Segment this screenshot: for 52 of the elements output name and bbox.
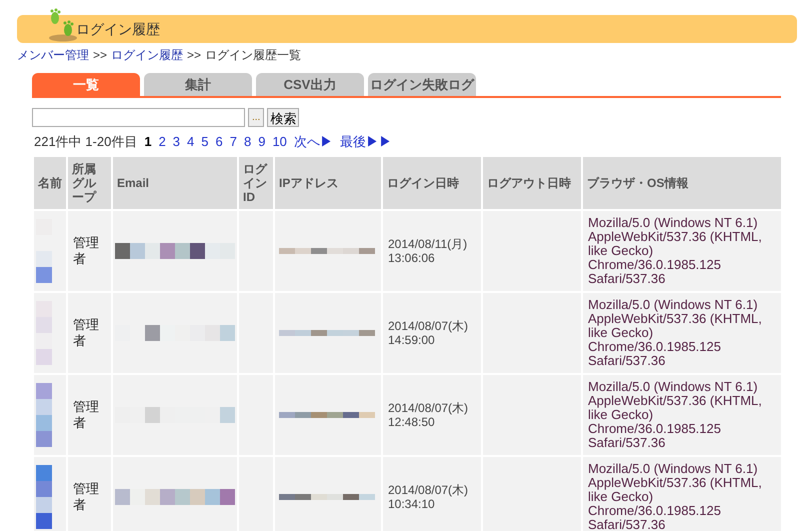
tab[interactable]: 集計 [144,73,252,96]
login-time: 10:34:10 [388,496,436,510]
result-count: 221件中 1-20件目 [34,133,138,151]
column-header: 所属グループ [68,156,111,208]
column-header: ログイン日時 [383,156,481,208]
page-link[interactable]: 9 [258,132,266,152]
breadcrumb-text: ログイン履歴一覧 [205,47,302,64]
login-date: 2014/08/07(木) [388,318,470,332]
column-header: ログインID [239,156,273,208]
current-page: 1 [144,133,152,151]
column-header: IPアドレス [275,156,381,208]
page-link[interactable]: 5 [201,132,208,152]
login-date: 2014/08/07(木) [388,400,470,414]
page-title: ログイン履歴 [76,20,160,38]
next-page-link[interactable]: 次へ▶ [294,132,333,152]
column-header: Email [113,156,237,208]
breadcrumb-text: >> [187,47,202,64]
table-cell: Mozilla/5.0 (Windows NT 6.1) AppleWebKit/537.36 (KHTML, like Gecko) Chrome/36.0.1985.125 Safari/537.36 [583,374,781,454]
breadcrumb-text: >> [93,47,108,64]
page-link[interactable]: 10 [272,132,287,152]
page-link[interactable]: 8 [244,132,252,152]
breadcrumb-link[interactable]: メンバー管理 [17,46,89,64]
login-time: 12:48:50 [388,414,436,428]
login-time: 14:59:00 [388,332,436,346]
column-header: ログアウト日時 [483,156,581,208]
tab[interactable]: ログイン失敗ログ [368,73,476,96]
pixelated-block [36,464,52,528]
page-link[interactable]: 4 [187,132,194,152]
page-link[interactable]: 3 [172,132,180,152]
login-date: 2014/08/07(木) [388,482,470,496]
pixelated-block [36,382,52,446]
search-button[interactable]: 検索 [267,108,300,127]
login-time: 13:06:06 [388,250,436,264]
table-cell: 管理者 [68,292,111,372]
table-cell: 管理者 [68,210,111,290]
table-cell: 管理者 [68,456,111,531]
table-cell: 管理者 [68,374,111,454]
table-cell: Mozilla/5.0 (Windows NT 6.1) AppleWebKit/537.36 (KHTML, like Gecko) Chrome/36.0.1985.125 Safari/537.36 [583,292,781,372]
footprints-icon [47,8,79,42]
page-link[interactable]: 6 [216,132,223,152]
browse-button[interactable]: ... [248,108,264,127]
last-page-link[interactable]: 最後▶▶ [340,132,392,152]
table-cell: Mozilla/5.0 (Windows NT 6.1) AppleWebKit/537.36 (KHTML, like Gecko) Chrome/36.0.1985.125 Safari/537.36 [583,456,781,531]
login-date: 2014/08/11(月) [388,236,468,250]
table-cell: Mozilla/5.0 (Windows NT 6.1) AppleWebKit/537.36 (KHTML, like Gecko) Chrome/36.0.1985.125 Safari/537.36 [583,210,781,290]
page-link[interactable]: 7 [230,132,237,152]
tab[interactable]: CSV出力 [256,73,364,96]
column-header: 名前 [34,156,66,208]
column-header: ブラウザ・OS情報 [583,156,781,208]
breadcrumb-link[interactable]: ログイン履歴 [111,46,184,64]
search-field[interactable] [32,108,245,127]
page-link[interactable]: 2 [158,132,166,152]
